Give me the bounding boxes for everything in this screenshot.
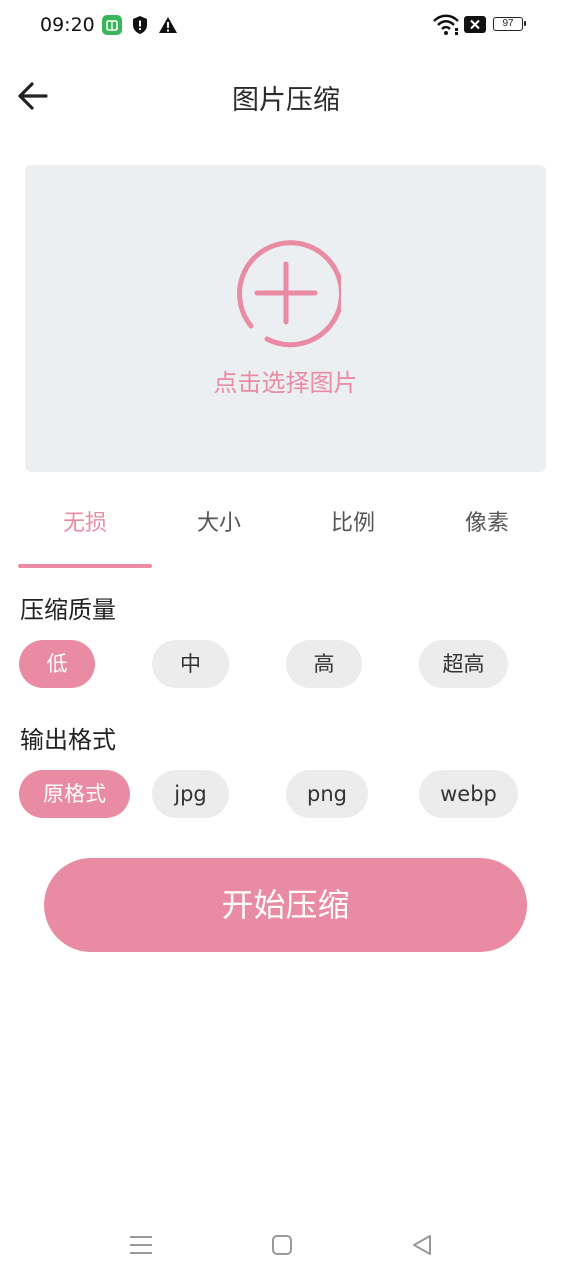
quality-option-high[interactable]: 高	[286, 640, 362, 688]
back-triangle-icon[interactable]	[408, 1230, 438, 1260]
shield-icon	[131, 15, 149, 39]
quality-option-low[interactable]: 低	[19, 640, 95, 688]
wifi-icon	[433, 14, 459, 40]
quality-option-medium[interactable]: 中	[152, 640, 229, 688]
format-section-title: 输出格式	[20, 726, 116, 754]
quality-option-ultra[interactable]: 超高	[419, 640, 508, 688]
status-time: 09:20	[40, 14, 95, 36]
status-bar: 09:20 97	[0, 0, 572, 52]
tab-size[interactable]: 大小	[152, 500, 286, 564]
format-option-original[interactable]: 原格式	[19, 770, 130, 818]
format-option-webp[interactable]: webp	[419, 770, 518, 818]
home-icon[interactable]	[267, 1230, 297, 1260]
app-notification-icon	[102, 15, 122, 39]
image-picker[interactable]: 点击选择图片	[25, 165, 546, 472]
menu-icon[interactable]	[126, 1230, 156, 1260]
warning-icon	[158, 16, 178, 38]
mode-tabs: 无损 大小 比例 像素	[18, 500, 554, 570]
tab-pixel[interactable]: 像素	[420, 500, 554, 564]
page-title: 图片压缩	[232, 85, 340, 116]
quality-section-title: 压缩质量	[20, 596, 116, 624]
sim-off-icon	[464, 16, 486, 37]
tab-indicator	[18, 564, 152, 568]
system-nav-bar	[0, 1212, 572, 1280]
format-option-jpg[interactable]: jpg	[152, 770, 229, 818]
tab-lossless[interactable]: 无损	[18, 500, 152, 564]
battery-icon: 97	[493, 17, 526, 31]
picker-label: 点击选择图片	[213, 369, 358, 397]
format-option-png[interactable]: png	[286, 770, 368, 818]
add-circle-icon	[237, 240, 341, 348]
tab-ratio[interactable]: 比例	[286, 500, 420, 564]
start-compress-button[interactable]: 开始压缩	[44, 858, 527, 952]
